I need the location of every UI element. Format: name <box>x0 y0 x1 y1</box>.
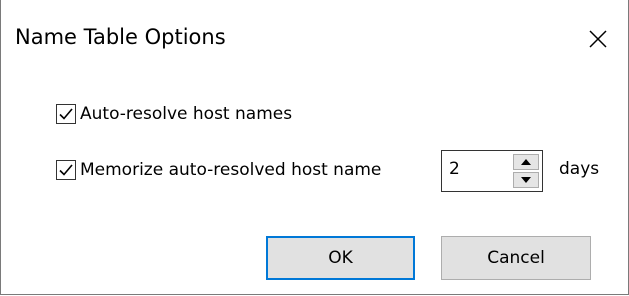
checkmark-icon <box>59 164 73 176</box>
dialog-title: Name Table Options <box>15 25 226 49</box>
checkmark-icon <box>59 108 73 120</box>
name-table-options-dialog: Name Table Options Auto-resolve host nam… <box>0 0 629 295</box>
auto-resolve-option[interactable]: Auto-resolve host names <box>56 104 292 124</box>
close-icon <box>589 30 607 48</box>
close-button[interactable] <box>581 22 615 56</box>
days-spinner[interactable]: 2 <box>441 150 543 192</box>
days-value-input[interactable]: 2 <box>449 159 460 179</box>
memorize-option[interactable]: Memorize auto-resolved host name <box>56 160 381 180</box>
arrow-down-icon <box>521 177 531 183</box>
memorize-checkbox[interactable] <box>56 160 76 180</box>
spin-up-button[interactable] <box>513 154 539 170</box>
auto-resolve-label: Auto-resolve host names <box>80 104 293 124</box>
cancel-button[interactable]: Cancel <box>441 236 591 280</box>
ok-button[interactable]: OK <box>266 236 415 280</box>
auto-resolve-checkbox[interactable] <box>56 104 76 124</box>
days-label: days <box>559 159 600 179</box>
memorize-label: Memorize auto-resolved host name <box>80 160 382 180</box>
spin-down-button[interactable] <box>513 172 539 188</box>
arrow-up-icon <box>521 159 531 165</box>
